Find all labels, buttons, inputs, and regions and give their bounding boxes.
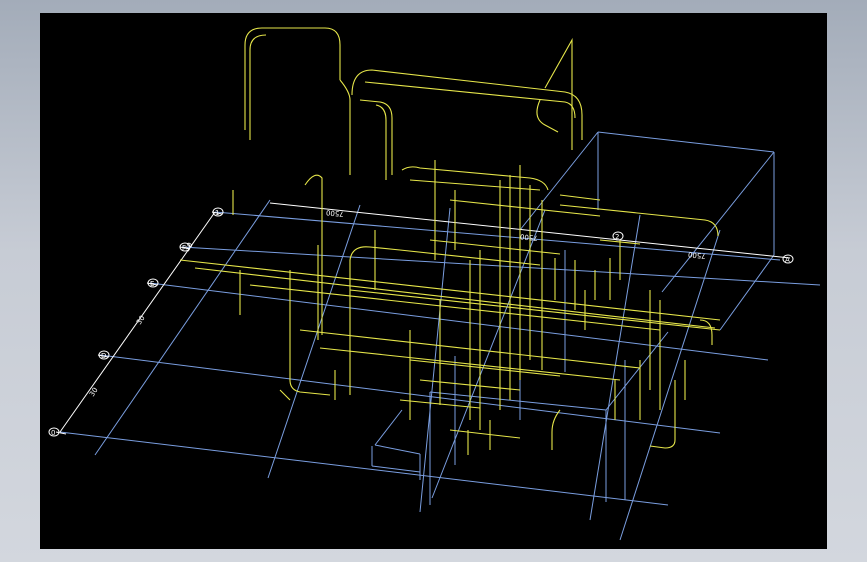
cad-viewport[interactable]: 7500 7500 7500 30 30 30 0 D E F 1 2 A <box>40 13 827 549</box>
pipe-run <box>544 37 573 150</box>
axis-bubble-label: 2 <box>615 233 619 241</box>
grid-line <box>149 282 769 361</box>
dimension-lines <box>55 202 791 435</box>
pipe-run <box>536 99 559 133</box>
axis-bubble-label: 0 <box>51 429 55 437</box>
pipe-run <box>449 199 601 217</box>
pipe-run <box>244 27 341 130</box>
pipe-run <box>551 409 561 450</box>
pipework <box>179 27 721 455</box>
axis-bubble-label: D <box>101 352 106 360</box>
grid-line <box>661 151 775 293</box>
pipe-run <box>249 34 267 140</box>
pipe-run <box>339 79 351 175</box>
grid-line <box>94 199 271 456</box>
axis-bubble-label: 1 <box>215 209 219 217</box>
pipe-run <box>349 289 721 331</box>
pipe-run <box>179 259 721 321</box>
grid-line <box>519 131 599 231</box>
grid-line <box>719 254 775 331</box>
dimension-label-overall-left: 7500 <box>326 208 345 218</box>
pipe-run <box>279 389 291 401</box>
pipe-run <box>449 429 521 439</box>
grid-line <box>374 409 403 446</box>
pipe-run <box>359 99 393 175</box>
pipe-run <box>401 166 549 191</box>
pipe-run <box>559 194 601 201</box>
pipe-run <box>375 104 387 180</box>
pipe-run <box>699 319 713 345</box>
pipe-run <box>249 284 661 331</box>
pipe-run <box>364 81 576 119</box>
isometric-pipe-drawing: 7500 7500 7500 30 30 30 0 D E F 1 2 A <box>48 27 821 541</box>
grid-line <box>181 246 821 286</box>
grid-line <box>267 204 361 479</box>
grid-line <box>59 431 669 506</box>
grid-line <box>371 465 421 473</box>
dimension-label-bay-1: 30 <box>88 386 100 398</box>
grid-line <box>431 209 546 499</box>
grid-line <box>597 131 775 153</box>
axis-bubble-label: F <box>182 244 186 252</box>
pipe-run <box>649 380 676 449</box>
pipe-run <box>429 239 561 255</box>
axis-bubble-label: A <box>785 256 790 264</box>
grid-line <box>374 444 421 455</box>
dimension-label-bay-2: 30 <box>135 314 147 326</box>
axis-bubble-label: E <box>150 280 154 288</box>
dimension-label-overall-right: 7500 <box>688 250 707 260</box>
